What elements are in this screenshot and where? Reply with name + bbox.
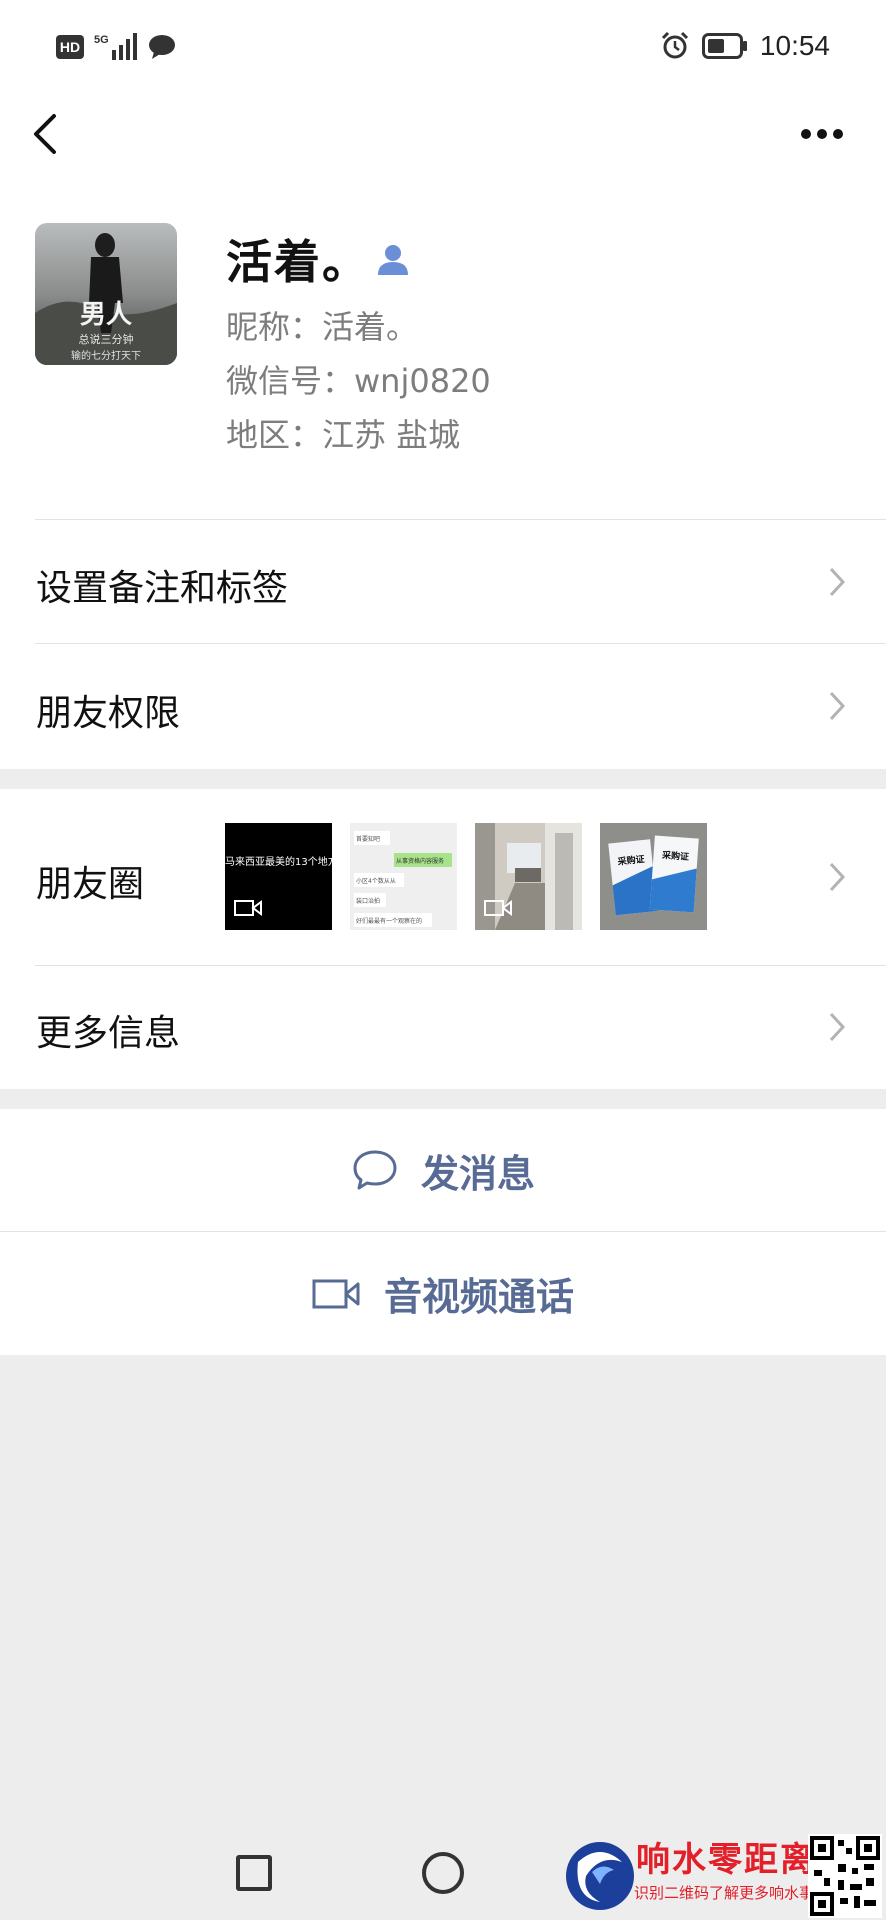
hd-icon: HD bbox=[56, 35, 84, 59]
nickname-text: 昵称：活着。 bbox=[226, 308, 419, 346]
watermark-subtitle: 识别二维码了解更多响水事 bbox=[634, 1884, 815, 1902]
remarks-and-tags-row[interactable]: 设置备注和标签 bbox=[0, 521, 886, 643]
watermark-logo-icon bbox=[566, 1842, 634, 1910]
moments-thumbnail[interactable]: 首要知吧 从事资格内容服务 小区4个数从从 装口治拍 好们最最有一个观察在的 bbox=[350, 823, 457, 930]
divider bbox=[35, 519, 886, 520]
chevron-right-icon bbox=[829, 567, 846, 597]
chat-bubble-icon bbox=[353, 1150, 397, 1190]
send-message-label: 发消息 bbox=[420, 1151, 535, 1196]
moments-thumbnail[interactable]: 马来西亚最美的13个地方 bbox=[225, 823, 332, 930]
avatar[interactable]: 男人 总说三分钟 输的七分打天下 bbox=[35, 223, 177, 365]
region-text: 地区：江苏 盐城 bbox=[226, 416, 461, 454]
svg-text:首要知吧: 首要知吧 bbox=[356, 835, 380, 843]
status-time: 10:54 bbox=[759, 30, 830, 61]
moments-label: 朋友圈 bbox=[36, 864, 145, 905]
voice-video-call-button[interactable]: 音视频通话 bbox=[0, 1232, 886, 1355]
message-notification-icon bbox=[149, 35, 175, 59]
watermark: 响水零距离 识别二维码了解更多响水事 bbox=[556, 1832, 886, 1920]
status-bar: HD 5G 10:54 bbox=[0, 0, 886, 100]
more-info-label: 更多信息 bbox=[36, 1013, 181, 1054]
avatar-title-text: 男人 bbox=[80, 300, 132, 330]
network-type-label: 5G bbox=[94, 34, 109, 46]
home-button[interactable] bbox=[422, 1852, 464, 1894]
alarm-icon bbox=[661, 31, 688, 59]
svg-text:小区4个数从从: 小区4个数从从 bbox=[356, 877, 396, 885]
signal-icon: 5G bbox=[94, 33, 137, 60]
chevron-right-icon bbox=[829, 862, 846, 892]
thumbnail-caption: 马来西亚最美的13个地方 bbox=[225, 855, 332, 868]
moments-thumbnail[interactable]: 采购证 采购证 bbox=[600, 823, 707, 930]
svg-text:好们最最有一个观察在的: 好们最最有一个观察在的 bbox=[356, 917, 422, 925]
svg-text:从事资格内容服务: 从事资格内容服务 bbox=[396, 857, 444, 865]
profile-name: 活着。 bbox=[226, 235, 370, 289]
avatar-subtitle-text: 总说三分钟 bbox=[79, 332, 134, 346]
friend-permissions-label: 朋友权限 bbox=[36, 693, 181, 734]
back-icon[interactable] bbox=[26, 110, 62, 158]
video-icon bbox=[234, 900, 262, 916]
more-info-row[interactable]: 更多信息 bbox=[0, 966, 886, 1088]
qr-code-icon bbox=[808, 1834, 882, 1918]
wechat-id-text: 微信号：wnj0820 bbox=[226, 362, 491, 400]
send-message-button[interactable]: 发消息 bbox=[0, 1109, 886, 1231]
remarks-and-tags-label: 设置备注和标签 bbox=[36, 568, 289, 609]
chevron-right-icon bbox=[829, 691, 846, 721]
avatar-subtitle-text-2: 输的七分打天下 bbox=[71, 349, 141, 362]
voice-video-call-label: 音视频通话 bbox=[383, 1275, 574, 1319]
svg-text:装口治拍: 装口治拍 bbox=[356, 897, 380, 905]
battery-icon bbox=[701, 33, 747, 59]
video-call-icon bbox=[312, 1279, 360, 1308]
watermark-title: 响水零距离 bbox=[636, 1840, 816, 1880]
chevron-right-icon bbox=[829, 1012, 846, 1042]
moments-thumbnail[interactable] bbox=[475, 823, 582, 930]
friend-permissions-row[interactable]: 朋友权限 bbox=[0, 644, 886, 768]
more-options-icon[interactable] bbox=[800, 126, 844, 142]
recent-apps-button[interactable] bbox=[236, 1855, 272, 1891]
contact-person-icon bbox=[378, 245, 408, 275]
